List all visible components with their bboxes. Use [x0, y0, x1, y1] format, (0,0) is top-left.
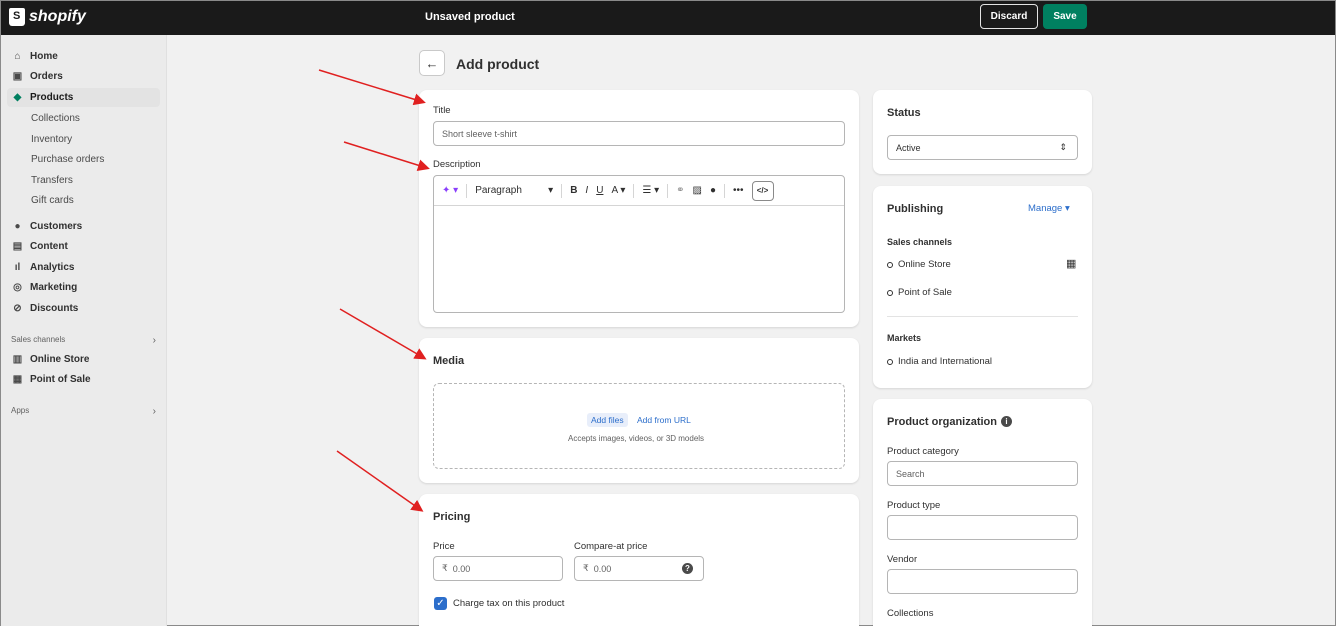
arrow-to-description	[343, 141, 430, 172]
annotation-arrows	[318, 69, 430, 512]
arrow-to-media	[339, 308, 427, 360]
arrow-to-title	[318, 69, 426, 106]
arrow-to-pricing	[336, 450, 424, 512]
